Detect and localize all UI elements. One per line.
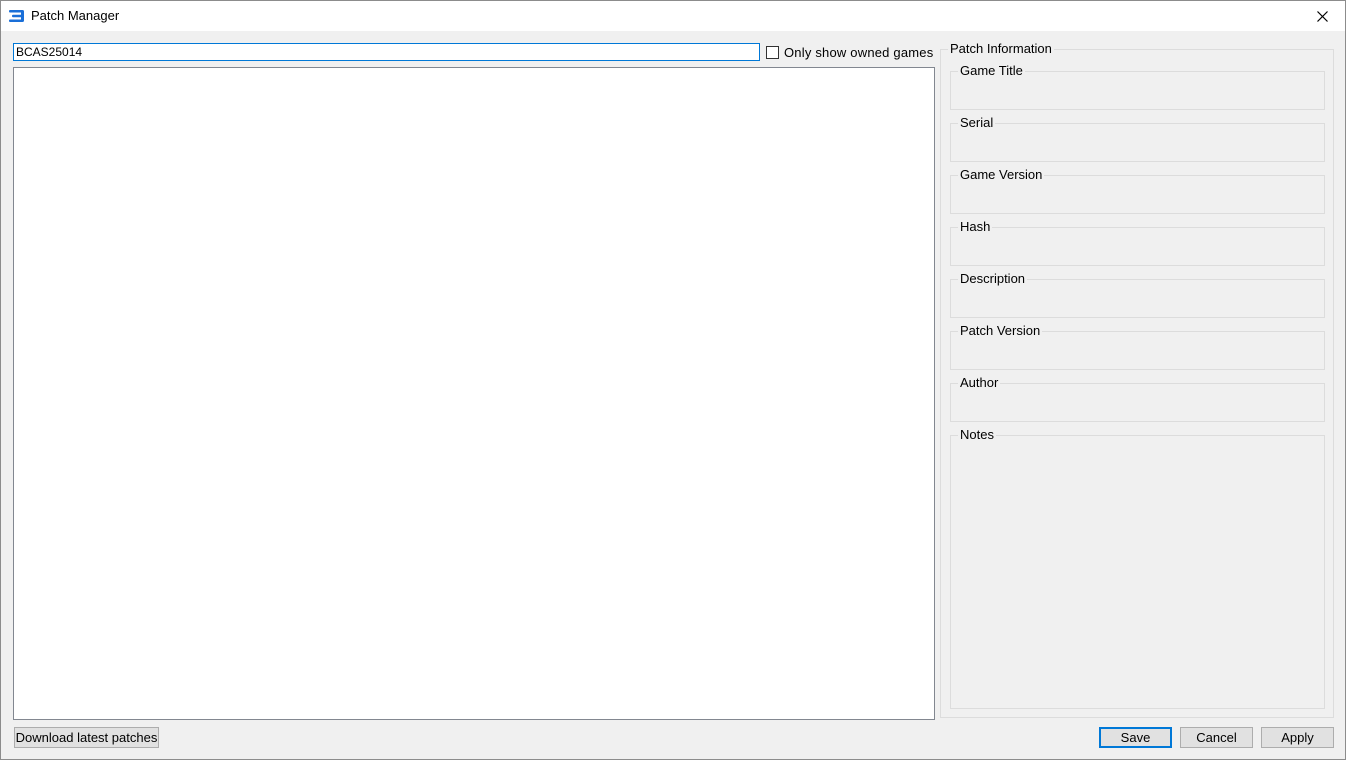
rpcs3-app-icon xyxy=(9,10,24,22)
game-version-label: Game Version xyxy=(958,167,1045,182)
notes-field xyxy=(950,435,1325,709)
only-owned-label: Only show owned games xyxy=(784,44,934,60)
author-field xyxy=(950,383,1325,422)
hash-label: Hash xyxy=(958,219,993,234)
patch-manager-window: Patch Manager Only show owned games Patc… xyxy=(0,0,1346,760)
download-latest-patches-button[interactable]: Download latest patches xyxy=(14,727,159,748)
close-icon xyxy=(1316,10,1328,22)
notes-label: Notes xyxy=(958,427,996,442)
apply-button[interactable]: Apply xyxy=(1261,727,1334,748)
close-button[interactable] xyxy=(1299,1,1345,31)
author-label: Author xyxy=(958,375,1001,390)
only-owned-toggle[interactable]: Only show owned games xyxy=(766,43,933,61)
patch-information-title: Patch Information xyxy=(948,41,1054,56)
title-bar[interactable]: Patch Manager xyxy=(1,1,1345,31)
game-title-label: Game Title xyxy=(958,63,1025,78)
description-label: Description xyxy=(958,271,1028,286)
patch-version-label: Patch Version xyxy=(958,323,1043,338)
window-title: Patch Manager xyxy=(31,8,120,23)
cancel-button[interactable]: Cancel xyxy=(1180,727,1253,748)
hash-field xyxy=(950,227,1325,266)
save-button[interactable]: Save xyxy=(1099,727,1172,748)
serial-label: Serial xyxy=(958,115,996,130)
patch-search-input[interactable] xyxy=(13,43,760,61)
serial-field xyxy=(950,123,1325,162)
patch-list[interactable] xyxy=(13,67,935,720)
only-owned-checkbox[interactable] xyxy=(766,45,779,59)
